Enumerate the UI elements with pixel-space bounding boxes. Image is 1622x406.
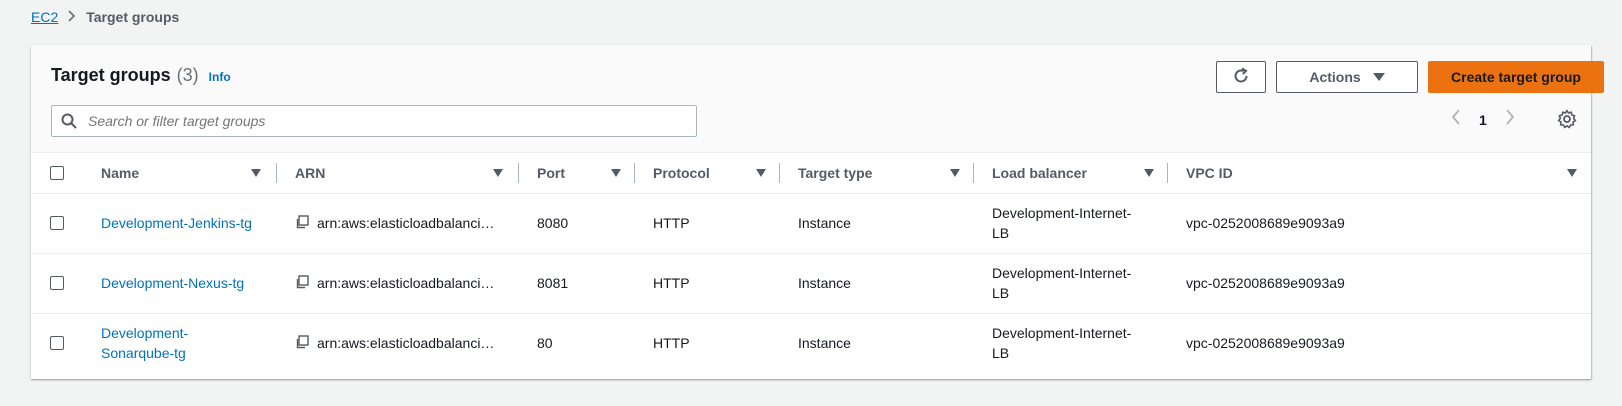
refresh-icon	[1232, 67, 1250, 88]
column-label: Port	[537, 164, 565, 181]
current-page[interactable]: 1	[1479, 112, 1487, 128]
next-page-icon[interactable]	[1505, 109, 1515, 130]
row-checkbox[interactable]	[50, 336, 64, 351]
port-value: 8081	[537, 275, 569, 291]
breadcrumb-ec2-link[interactable]: EC2	[31, 9, 58, 25]
column-label: Name	[101, 164, 140, 181]
table-row[interactable]: Development-Nexus-tg arn:aws:elasticload…	[31, 253, 1591, 314]
protocol-value: HTTP	[653, 215, 690, 231]
column-header-protocol[interactable]: Protocol	[635, 153, 780, 194]
title-text: Target groups	[51, 65, 171, 85]
lb-line: LB	[992, 285, 1010, 301]
refresh-button[interactable]	[1216, 61, 1266, 93]
column-header-arn[interactable]: ARN	[277, 153, 519, 194]
lb-line: Development-Internet-	[992, 205, 1132, 221]
column-header-load-balancer[interactable]: Load balancer	[974, 153, 1168, 194]
sort-caret-icon[interactable]	[493, 168, 503, 177]
column-header-target-type[interactable]: Target type	[780, 153, 974, 194]
search-icon	[52, 113, 86, 129]
target-groups-panel: Target groups (3) Info Actions Create ta…	[31, 45, 1604, 379]
target-group-name-link[interactable]: Development-Nexus-tg	[101, 275, 244, 291]
load-balancer-value: Development-Internet- LB	[974, 314, 1168, 374]
breadcrumb-current: Target groups	[86, 9, 180, 25]
vpc-id-value: vpc-0252008689e9093a9	[1186, 215, 1345, 231]
lb-line: LB	[992, 345, 1010, 362]
sort-caret-icon[interactable]	[1567, 168, 1577, 177]
protocol-value: HTTP	[653, 335, 690, 352]
column-label: ARN	[295, 164, 326, 181]
lb-line: LB	[992, 225, 1010, 241]
arn-value: arn:aws:elasticloadbalanci…	[317, 275, 495, 291]
name-line[interactable]: Sonarqube-tg	[101, 343, 186, 363]
title-count: (3)	[176, 65, 199, 85]
column-header-vpc-id[interactable]: VPC ID	[1168, 153, 1591, 194]
select-all-checkbox[interactable]	[50, 165, 64, 180]
table-row[interactable]: Development- Sonarqube-tg arn:aws:elastic…	[31, 313, 1591, 373]
arn-value: arn:aws:elasticloadbalanci…	[317, 335, 495, 352]
arn-value: arn:aws:elasticloadbalanci…	[317, 215, 495, 231]
chevron-right-icon	[68, 9, 76, 25]
column-label: Target type	[798, 164, 873, 181]
copy-icon[interactable]	[295, 274, 309, 292]
column-header-port[interactable]: Port	[519, 153, 635, 194]
panel-header: Target groups (3) Info Actions Create ta…	[31, 45, 1604, 153]
sort-caret-icon[interactable]	[611, 168, 621, 177]
vpc-id-value: vpc-0252008689e9093a9	[1186, 275, 1345, 291]
column-header-name[interactable]: Name	[83, 153, 277, 194]
column-label: VPC ID	[1186, 164, 1233, 181]
target-groups-table: Name ARN Port Protocol Target type Load …	[31, 153, 1591, 373]
load-balancer-value: Development-Internet- LB	[974, 194, 1168, 253]
create-target-group-button[interactable]: Create target group	[1428, 61, 1604, 93]
previous-page-icon[interactable]	[1451, 109, 1461, 130]
name-line[interactable]: Development-	[101, 323, 188, 343]
search-input[interactable]	[86, 112, 696, 130]
copy-icon[interactable]	[295, 335, 309, 352]
target-type-value: Instance	[798, 275, 851, 291]
page-title: Target groups (3) Info	[51, 65, 231, 86]
breadcrumb: EC2 Target groups	[31, 9, 179, 25]
port-value: 8080	[537, 215, 569, 231]
vpc-id-value: vpc-0252008689e9093a9	[1186, 335, 1345, 352]
column-label: Load balancer	[992, 164, 1087, 181]
caret-down-icon	[1372, 73, 1385, 81]
sort-caret-icon[interactable]	[1144, 168, 1154, 177]
actions-label: Actions	[1309, 69, 1361, 85]
target-type-value: Instance	[798, 215, 851, 231]
select-all-cell	[31, 153, 83, 194]
sort-caret-icon[interactable]	[950, 168, 960, 177]
column-label: Protocol	[653, 164, 710, 181]
lb-line: Development-Internet-	[992, 325, 1132, 342]
actions-button[interactable]: Actions	[1276, 61, 1418, 93]
info-link[interactable]: Info	[209, 70, 231, 84]
port-value: 80	[537, 335, 553, 352]
copy-icon[interactable]	[295, 214, 309, 232]
target-group-name-link[interactable]: Development- Sonarqube-tg	[83, 314, 277, 374]
protocol-value: HTTP	[653, 275, 690, 291]
settings-gear-icon[interactable]	[1557, 109, 1577, 134]
search-box	[51, 105, 697, 137]
load-balancer-value: Development-Internet- LB	[974, 254, 1168, 313]
pagination: 1	[1451, 109, 1515, 130]
target-group-name-link[interactable]: Development-Jenkins-tg	[101, 215, 252, 231]
row-checkbox[interactable]	[50, 216, 64, 230]
table-header-row: Name ARN Port Protocol Target type Load …	[31, 153, 1591, 194]
row-checkbox[interactable]	[50, 276, 64, 290]
table-row[interactable]: Development-Jenkins-tg arn:aws:elasticlo…	[31, 193, 1591, 254]
sort-caret-icon[interactable]	[251, 168, 261, 177]
lb-line: Development-Internet-	[992, 265, 1132, 281]
sort-caret-icon[interactable]	[756, 168, 766, 177]
target-type-value: Instance	[798, 335, 851, 352]
